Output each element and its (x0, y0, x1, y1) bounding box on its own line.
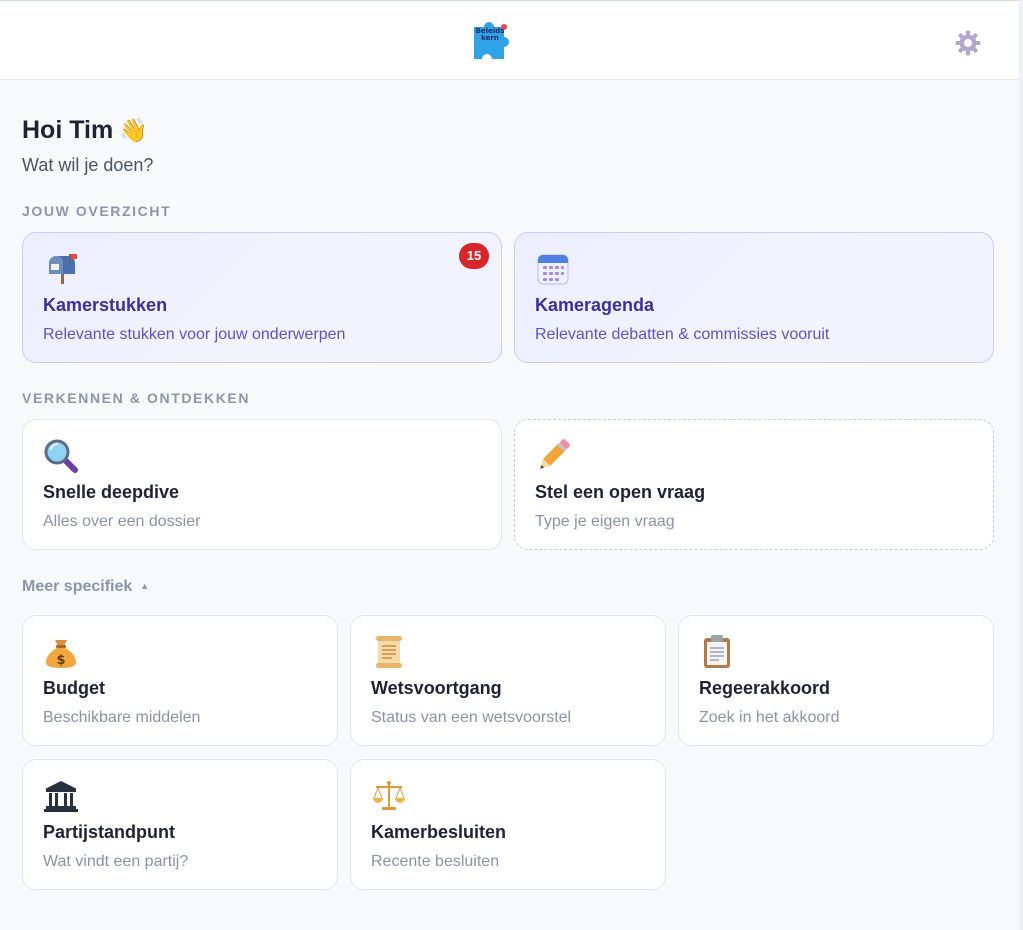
card-budget[interactable]: $ Budget Beschikbare middelen (22, 615, 338, 746)
svg-text:$: $ (56, 653, 65, 668)
card-title: Snelle deepdive (43, 482, 180, 502)
money-bag-icon: $ (43, 634, 79, 670)
waving-hand-icon: 👋 (119, 117, 148, 143)
card-description: Status van een wetsvoorstel (371, 709, 572, 726)
card-description: Beschikbare middelen (43, 709, 201, 726)
caret-up-icon: ▲ (140, 581, 150, 591)
card-title: Regeerakkoord (699, 678, 831, 698)
card-open-vraag[interactable]: Stel een open vraag Type je eigen vraag (514, 419, 994, 550)
card-kameragenda[interactable]: Kameragenda Relevante debatten & commiss… (514, 232, 994, 363)
logo-text-line: Beleids kern (475, 27, 505, 42)
card-wetsvoortgang[interactable]: Wetsvoortgang Status van een wetsvoorste… (350, 615, 666, 746)
card-description: Type je eigen vraag (535, 513, 675, 530)
card-title: Partijstandpunt (43, 822, 176, 842)
card-title: Kamerstukken (43, 295, 168, 315)
card-regeerakkoord[interactable]: Regeerakkoord Zoek in het akkoord (678, 615, 994, 746)
top-bar: Beleids kern (0, 0, 1023, 80)
card-title: Stel een open vraag (535, 482, 706, 502)
greeting-title: Hoi Tim 👋 (22, 116, 148, 145)
card-description: Alles over een dossier (43, 513, 201, 530)
balance-scale-icon (371, 778, 407, 814)
calendar-icon (535, 251, 571, 287)
card-title: Budget (43, 678, 105, 698)
greeting-text: Hoi Tim (22, 116, 114, 144)
classical-building-icon (43, 778, 79, 814)
meer-specifiek-toggle[interactable]: Meer specifiek ▲ (22, 578, 149, 596)
pencil-icon (535, 438, 571, 474)
card-description: Relevante debatten & commissies vooruit (535, 326, 830, 343)
card-description: Relevante stukken voor jouw onderwerpen (43, 326, 346, 343)
scroll-icon (371, 634, 407, 670)
gear-icon (955, 30, 981, 56)
settings-button[interactable] (954, 29, 982, 57)
page-scrollbar[interactable] (1019, 0, 1023, 930)
notification-badge: 15 (459, 243, 489, 269)
toggle-label: Meer specifiek (22, 578, 133, 595)
card-kamerbesluiten[interactable]: Kamerbesluiten Recente besluiten (350, 759, 666, 890)
card-title: Kameragenda (535, 295, 655, 315)
magnifier-icon (43, 438, 79, 474)
beleidskern-logo[interactable]: Beleids kern (470, 17, 518, 65)
section-label-explore: VERKENNEN & ONTDEKKEN (22, 390, 251, 406)
card-description: Zoek in het akkoord (699, 709, 840, 726)
card-title: Kamerbesluiten (371, 822, 507, 842)
card-description: Wat vindt een partij? (43, 853, 189, 870)
card-description: Recente besluiten (371, 853, 500, 870)
clipboard-icon (699, 634, 735, 670)
section-label-overview: JOUW OVERZICHT (22, 203, 172, 219)
card-snelle-deepdive[interactable]: Snelle deepdive Alles over een dossier (22, 419, 502, 550)
greeting-subtitle: Wat wil je doen? (22, 155, 154, 175)
card-title: Wetsvoortgang (371, 678, 502, 698)
card-kamerstukken[interactable]: 15 Kamerstukken Relevante stukken voor j… (22, 232, 502, 363)
card-partijstandpunt[interactable]: Partijstandpunt Wat vindt een partij? (22, 759, 338, 890)
mailbox-icon (43, 251, 79, 287)
logo-text: Beleids kern (473, 28, 507, 42)
